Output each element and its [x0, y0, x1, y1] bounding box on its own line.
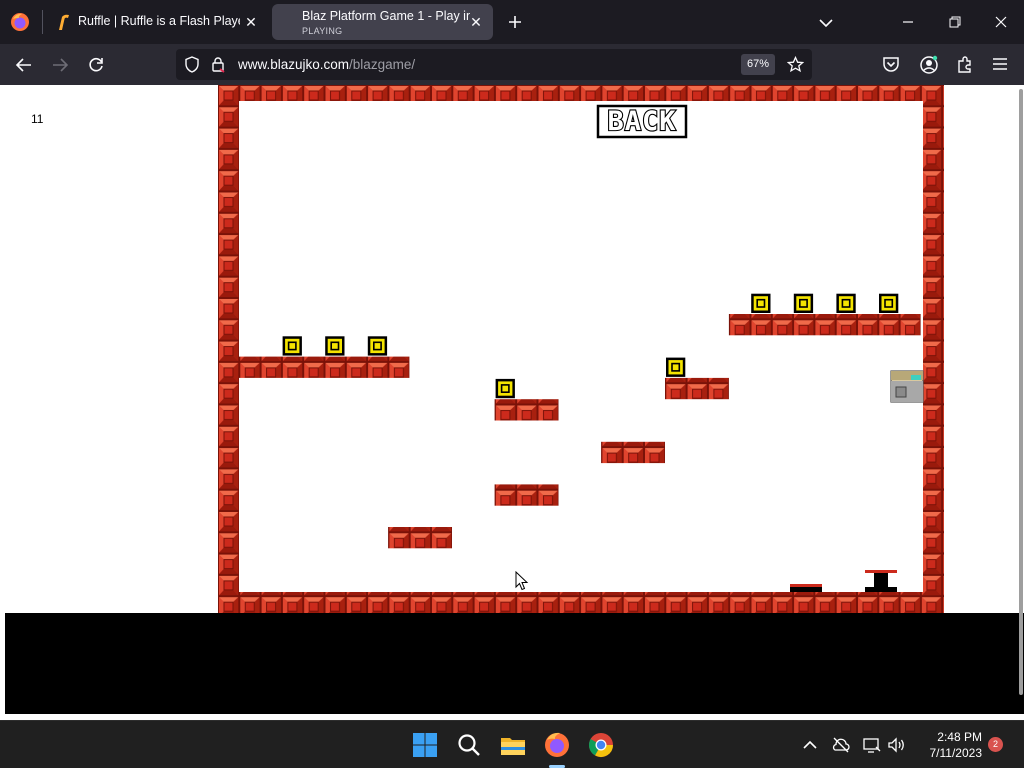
arrow-right-icon [53, 58, 69, 72]
firefox-menu-icon[interactable] [10, 12, 30, 32]
flash-game-canvas[interactable]: BACK [218, 85, 944, 613]
coin [666, 357, 686, 377]
volume-icon[interactable] [886, 735, 906, 755]
coin [751, 293, 771, 313]
forward-button[interactable] [46, 51, 74, 79]
tab-ruffle[interactable]: Ruffle | Ruffle is a Flash Player e ✕ [44, 4, 268, 40]
new-tab-button[interactable] [500, 8, 530, 36]
brick-platform [494, 399, 559, 421]
brick-platform [665, 377, 729, 400]
restore-icon [949, 16, 961, 28]
brick-platform [728, 314, 921, 336]
extensions-icon[interactable] [956, 55, 974, 73]
reload-button[interactable] [82, 51, 110, 79]
account-icon[interactable] [919, 55, 939, 75]
chrome-icon[interactable] [586, 730, 616, 760]
floor [218, 592, 944, 613]
tab-title: Ruffle | Ruffle is a Flash Player e [78, 14, 240, 28]
chevron-down-icon [819, 19, 833, 28]
network-icon[interactable] [862, 735, 882, 755]
pocket-icon[interactable] [882, 56, 900, 73]
browser-tab-strip: Ruffle | Ruffle is a Flash Player e ✕ Bl… [0, 0, 1024, 44]
back-button[interactable] [10, 51, 38, 79]
list-all-tabs-button[interactable] [811, 8, 841, 36]
coin [282, 336, 302, 356]
reload-icon [89, 57, 103, 72]
chevron-up-icon[interactable] [800, 735, 820, 755]
right-wall [923, 85, 944, 613]
flash-player-letterbox [5, 613, 1024, 714]
close-tab-icon[interactable]: ✕ [467, 13, 485, 31]
left-wall [218, 85, 239, 613]
coin [793, 293, 814, 313]
tab-playing-indicator: PLAYING [302, 26, 343, 36]
hamburger-menu-icon[interactable] [991, 56, 1009, 72]
counter-text: 11 [31, 112, 44, 126]
brick-platform [601, 441, 665, 464]
ruffle-icon [59, 14, 69, 30]
windows-start-icon[interactable] [410, 730, 440, 760]
windows-taskbar: 2:48 PM 7/11/2023 2 [0, 720, 1024, 768]
tab-blaz-platform-game[interactable]: Blaz Platform Game 1 - Play in y PLAYING… [272, 4, 493, 40]
close-tab-icon[interactable]: ✕ [242, 13, 260, 31]
coin [879, 293, 899, 313]
shield-icon[interactable] [184, 56, 200, 73]
floor-pad [790, 584, 822, 592]
clock-date: 7/11/2023 [929, 746, 983, 760]
file-explorer-icon[interactable] [498, 730, 528, 760]
web-page-content: 11 BACK [0, 85, 1024, 718]
url-bar[interactable]: www.blazujko.com/blazgame/ 67% [176, 49, 812, 80]
coin [836, 293, 856, 313]
exit-door [890, 370, 924, 403]
close-icon [995, 16, 1007, 28]
tab-separator [42, 10, 43, 34]
lock-icon[interactable] [210, 56, 226, 73]
game-back-button[interactable]: BACK [596, 104, 688, 139]
brick-platform [388, 527, 452, 549]
coin [367, 336, 388, 356]
coin [495, 378, 515, 399]
mouse-cursor-icon [515, 571, 529, 591]
coin [325, 336, 345, 356]
url-path: /blazgame/ [349, 57, 416, 72]
brick-platform [494, 484, 559, 506]
url-domain: www.blazujko.com [238, 57, 350, 72]
brick-platform [239, 356, 410, 378]
onedrive-offline-icon[interactable] [831, 735, 851, 755]
notification-badge[interactable]: 2 [988, 737, 1003, 752]
search-icon[interactable] [454, 730, 484, 760]
zoom-level-button[interactable]: 67% [741, 54, 775, 75]
page-scrollbar[interactable] [1019, 89, 1023, 695]
navigation-toolbar: www.blazujko.com/blazgame/ 67% [0, 44, 1024, 85]
bookmark-star-icon[interactable] [787, 56, 804, 73]
arrow-left-icon [15, 58, 31, 72]
minimize-icon [903, 21, 913, 23]
restore-button[interactable] [940, 8, 970, 36]
plus-icon [509, 16, 521, 28]
firefox-icon[interactable] [542, 730, 572, 760]
game-back-label: BACK [607, 106, 676, 137]
url-text[interactable]: www.blazujko.com/blazgame/ [238, 57, 415, 72]
top-wall [218, 85, 944, 101]
close-window-button[interactable] [986, 8, 1016, 36]
system-clock[interactable]: 2:48 PM 7/11/2023 [916, 729, 983, 761]
minimize-button[interactable] [893, 8, 923, 36]
tab-title: Blaz Platform Game 1 - Play in y [302, 9, 470, 23]
clock-time: 2:48 PM [937, 730, 982, 744]
